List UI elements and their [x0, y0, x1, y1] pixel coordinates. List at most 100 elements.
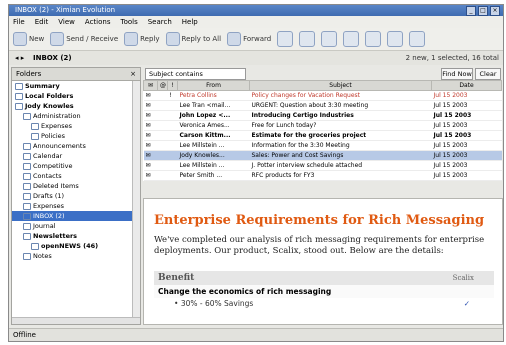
message-from: Carson Kittm...	[177, 130, 250, 141]
message-row[interactable]: ✉ Carson Kittm... Estimate for the groceri…	[143, 130, 502, 141]
message-row[interactable]: ✉ John Lopez <... Introducing Certigo Indu…	[143, 110, 502, 121]
folder-item[interactable]: Administration	[12, 111, 140, 121]
folder-item[interactable]: Policies	[12, 131, 140, 141]
folder-item[interactable]: Contacts	[12, 171, 140, 181]
menu-bar: File Edit View Actions Tools Search Help	[9, 16, 503, 28]
folder-item[interactable]: INBOX (2)	[12, 211, 140, 221]
folder-item[interactable]: Local Folders	[12, 91, 140, 101]
message-row[interactable]: ✉ Lee Millstein ... J. Potter interview sc…	[143, 160, 502, 171]
folder-label: Expenses	[33, 202, 64, 210]
close-icon[interactable]: ×	[490, 6, 500, 16]
message-row[interactable]: ✉ Jody Knowles... Sales: Power and Cost Sa…	[143, 150, 502, 161]
send-receive-button[interactable]: Send / Receive	[50, 32, 118, 46]
find-now-button[interactable]: Find Now	[441, 68, 473, 80]
folder-item[interactable]: Journal	[12, 221, 140, 231]
message-preview: Enterprise Requirements for Rich Messagi…	[143, 198, 503, 325]
copy-button[interactable]	[299, 31, 316, 47]
folder-icon	[31, 242, 39, 250]
folder-pane-title: Folders	[16, 70, 42, 78]
previous-button[interactable]	[387, 31, 404, 47]
menu-actions[interactable]: Actions	[85, 16, 111, 28]
message-subject: URGENT: Question about 3:30 meeting	[249, 100, 432, 111]
flag-cell	[167, 160, 178, 171]
new-button[interactable]: New	[13, 32, 44, 46]
folder-label: Summary	[25, 82, 60, 90]
folder-item[interactable]: Calendar	[12, 151, 140, 161]
folder-item[interactable]: Expenses	[12, 121, 140, 131]
preview-heading: Enterprise Requirements for Rich Messagi…	[154, 213, 485, 228]
message-row[interactable]: ✉ Peter Smith ... RFC products for FY3 Jul …	[143, 170, 502, 181]
menu-help[interactable]: Help	[182, 16, 198, 28]
message-row[interactable]: ✉ Veronica Ames... Free for Lunch today? Ju…	[143, 120, 502, 131]
print-button[interactable]	[321, 31, 338, 47]
folder-scrollbar[interactable]	[132, 81, 140, 324]
message-subject: Introducing Certigo Industries	[249, 110, 432, 121]
close-pane-icon[interactable]: ×	[130, 68, 136, 80]
attachment-column-header[interactable]: @	[157, 80, 168, 91]
flag-column-header[interactable]: !	[167, 80, 178, 91]
menu-file[interactable]: File	[13, 16, 25, 28]
menu-view[interactable]: View	[58, 16, 75, 28]
delete-button[interactable]	[343, 31, 360, 47]
envelope-icon: ✉	[143, 120, 158, 131]
reply-button[interactable]: Reply	[124, 32, 160, 46]
title-bar: INBOX (2) - Ximian Evolution _ □ ×	[9, 5, 503, 16]
envelope-icon: ✉	[143, 100, 158, 111]
message-from: Jody Knowles...	[177, 150, 250, 161]
reply-all-button[interactable]: Reply to All	[165, 32, 221, 46]
folder-icon	[23, 252, 31, 260]
folder-hscrollbar[interactable]	[12, 317, 140, 324]
date-column-header[interactable]: Date	[431, 80, 502, 91]
menu-edit[interactable]: Edit	[35, 16, 49, 28]
subject-column-header[interactable]: Subject	[249, 80, 432, 91]
junk-button[interactable]	[365, 31, 382, 47]
menu-tools[interactable]: Tools	[120, 16, 137, 28]
search-field-select[interactable]: Subject contains	[145, 68, 246, 80]
folder-item[interactable]: Announcements	[12, 141, 140, 151]
folder-label: Administration	[33, 112, 81, 120]
folder-item[interactable]: Jody Knowles	[12, 101, 140, 111]
clear-button[interactable]: Clear	[475, 68, 501, 80]
message-row[interactable]: ✉ Lee Millstein ... Information for the 3:…	[143, 140, 502, 151]
folder-icon	[23, 162, 31, 170]
flag-cell	[167, 120, 178, 131]
menu-search[interactable]: Search	[148, 16, 172, 28]
message-row[interactable]: ✉! Petra Collins Policy changes for Vacati…	[143, 90, 502, 101]
folder-label: Jody Knowles	[25, 102, 74, 110]
message-date: Jul 15 2003	[431, 160, 502, 171]
message-date: Jul 15 2003	[431, 150, 502, 161]
message-row[interactable]: ✉ Lee Tran <mail... URGENT: Question about…	[143, 100, 502, 111]
folder-item[interactable]: Expenses	[12, 201, 140, 211]
folder-icon	[23, 222, 31, 230]
message-subject: Policy changes for Vacation Request	[249, 90, 432, 101]
folder-item[interactable]: Drafts (1)	[12, 191, 140, 201]
message-date: Jul 15 2003	[431, 110, 502, 121]
folder-icon	[23, 112, 31, 120]
back-icon[interactable]: ◂ ▸	[15, 51, 24, 65]
folder-icon	[31, 132, 39, 140]
folder-status: 2 new, 1 selected, 16 total	[405, 54, 499, 62]
new-icon	[13, 32, 27, 46]
folder-item[interactable]: Newsletters	[12, 231, 140, 241]
message-subject: Free for Lunch today?	[249, 120, 432, 131]
message-list: Subject contains Find Now Clear ✉ @ ! Fr…	[143, 67, 502, 197]
folder-item[interactable]: Competitive	[12, 161, 140, 171]
forward-button[interactable]: Forward	[227, 32, 271, 46]
folder-icon	[31, 122, 39, 130]
folder-item[interactable]: Deleted Items	[12, 181, 140, 191]
folder-item[interactable]: Notes	[12, 251, 140, 261]
status-column-header[interactable]: ✉	[143, 80, 158, 91]
bullet-icon: •	[174, 299, 179, 308]
move-button[interactable]	[277, 31, 294, 47]
maximize-icon[interactable]: □	[478, 6, 488, 16]
reply-icon	[124, 32, 139, 46]
minimize-icon[interactable]: _	[466, 6, 476, 16]
folder-icon	[23, 152, 31, 160]
folder-icon	[15, 92, 23, 100]
folder-item[interactable]: openNEWS (46)	[12, 241, 140, 251]
attachment-cell	[157, 170, 168, 181]
folder-icon	[23, 212, 31, 220]
from-column-header[interactable]: From	[177, 80, 250, 91]
next-button[interactable]	[409, 31, 426, 47]
folder-item[interactable]: Summary	[12, 81, 140, 91]
